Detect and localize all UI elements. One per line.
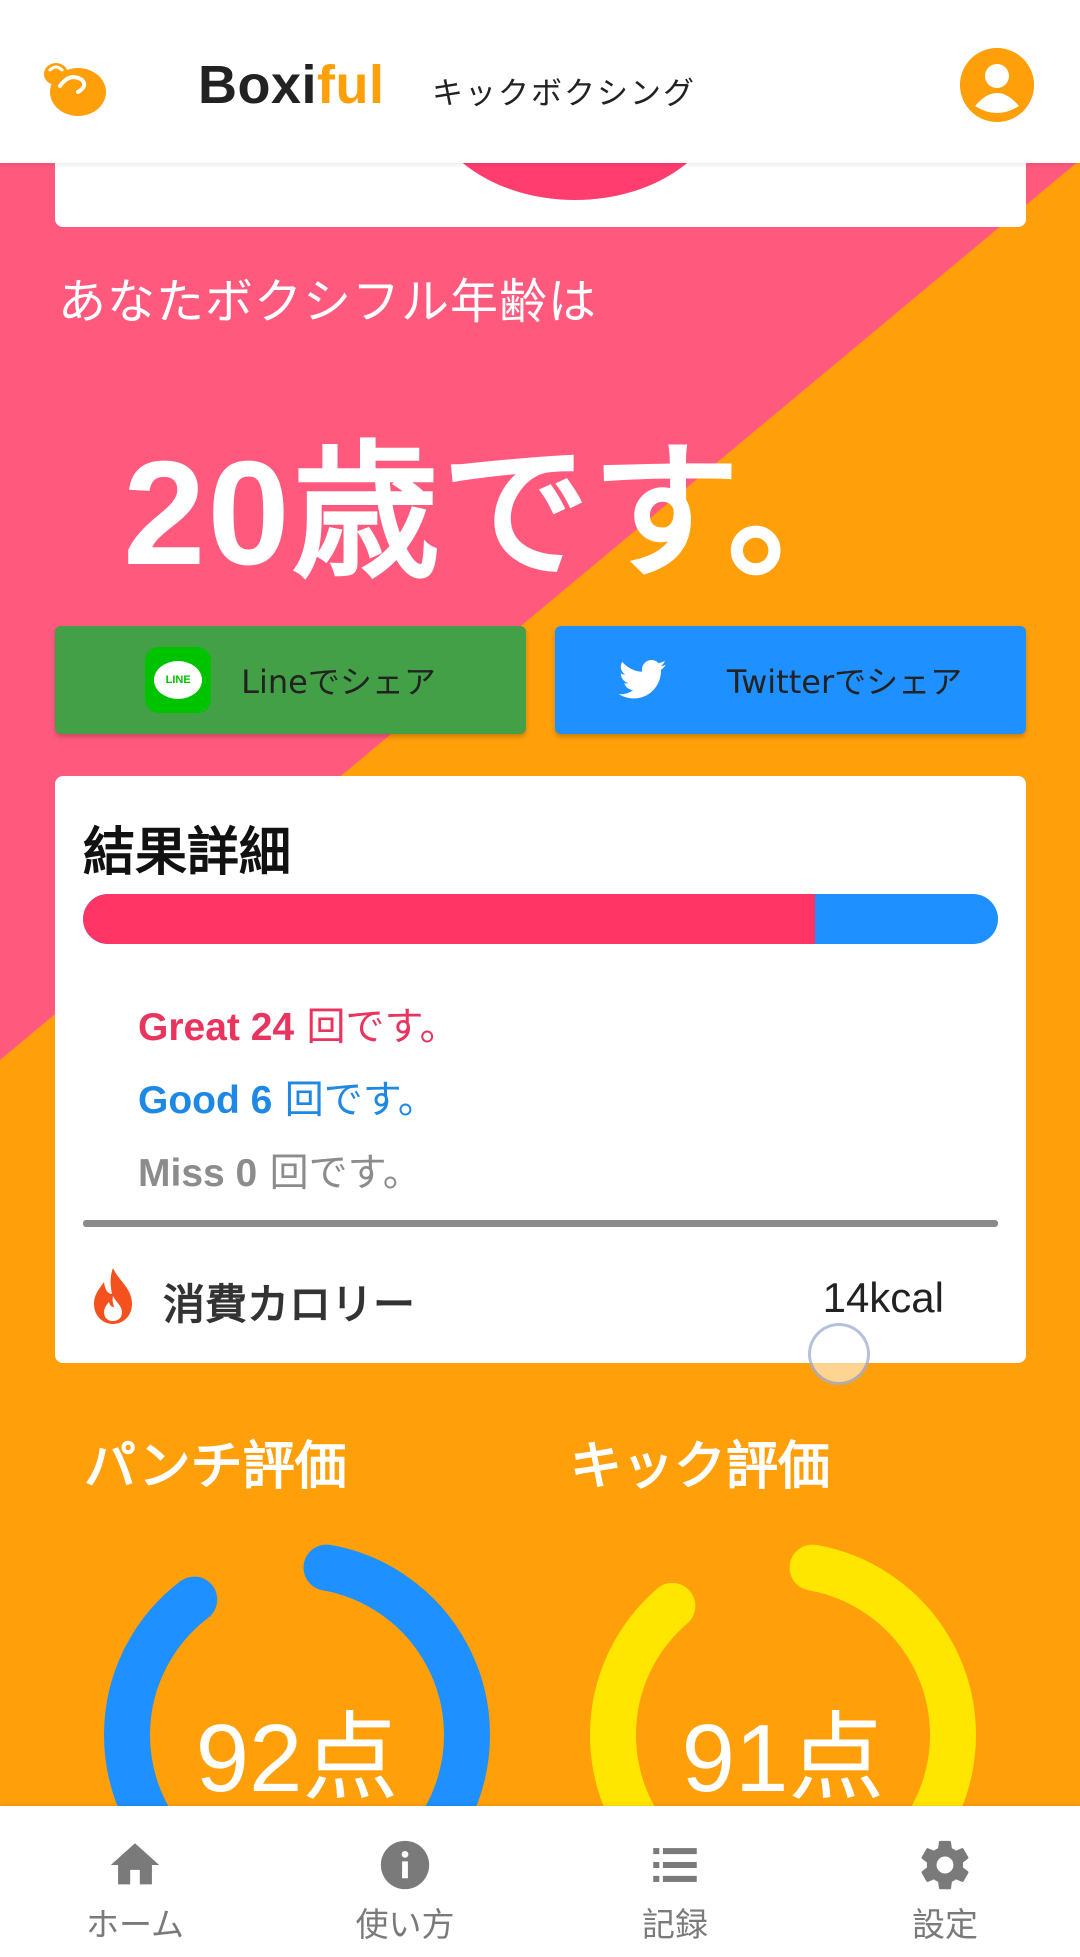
nav-howto[interactable]: 使い方 <box>270 1806 540 1957</box>
app-name: Boxiful <box>198 55 385 115</box>
gear-icon <box>921 1840 969 1890</box>
boxiful-logo-icon[interactable] <box>42 56 108 118</box>
mode-label: キックボクシング <box>432 76 696 112</box>
app-header: Boxiful キックボクシング <box>0 0 1080 163</box>
age-intro-text: あなたボクシフル年齢は <box>58 274 598 330</box>
nav-settings[interactable]: 設定 <box>810 1806 1080 1957</box>
fire-icon <box>94 1268 132 1324</box>
great-ratio-fill <box>83 894 815 944</box>
twitter-share-button[interactable]: Twitterでシェア <box>555 626 1026 734</box>
result-ratio-bar <box>83 894 998 944</box>
calorie-label: 消費カロリー <box>163 1280 416 1329</box>
kick-score: 91点 <box>681 1705 885 1812</box>
nav-settings-label: 設定 <box>912 1905 978 1944</box>
line-icon: LINE <box>145 647 212 713</box>
info-icon <box>380 1840 430 1890</box>
punch-score: 92点 <box>195 1705 399 1812</box>
calorie-value: 14kcal <box>822 1274 944 1321</box>
twitter-icon <box>618 660 667 699</box>
line-share-button[interactable]: LINE Lineでシェア <box>55 626 526 734</box>
kick-evaluation-title: キック評価 <box>570 1437 831 1497</box>
divider <box>83 1220 998 1227</box>
miss-count: Miss 0 回です。 <box>138 1151 422 1196</box>
result-details-title: 結果詳細 <box>83 823 292 883</box>
nav-records[interactable]: 記録 <box>540 1806 810 1957</box>
punch-evaluation-title: パンチ評価 <box>84 1437 347 1497</box>
twitter-share-label: Twitterでシェア <box>726 663 963 701</box>
age-value: 20歳です。 <box>123 431 877 596</box>
line-icon-text: LINE <box>154 661 203 699</box>
nav-home-label: ホーム <box>85 1905 184 1944</box>
home-icon <box>110 1843 160 1885</box>
account-circle-icon[interactable] <box>960 48 1034 122</box>
line-share-label: Lineでシェア <box>241 663 436 701</box>
nav-records-label: 記録 <box>642 1905 708 1944</box>
bottom-navigation: ホーム 使い方 記録 設定 <box>0 1806 1080 1957</box>
good-count: Good 6 回です。 <box>138 1078 437 1123</box>
nav-home[interactable]: ホーム <box>0 1806 270 1957</box>
great-count: Great 24 回です。 <box>138 1005 459 1050</box>
result-details-card: 結果詳細 Great 24 回です。 Good 6 回です。 Miss 0 回で… <box>55 776 1026 1363</box>
list-icon <box>653 1848 697 1882</box>
touch-indicator <box>808 1323 870 1385</box>
nav-howto-label: 使い方 <box>355 1905 455 1944</box>
